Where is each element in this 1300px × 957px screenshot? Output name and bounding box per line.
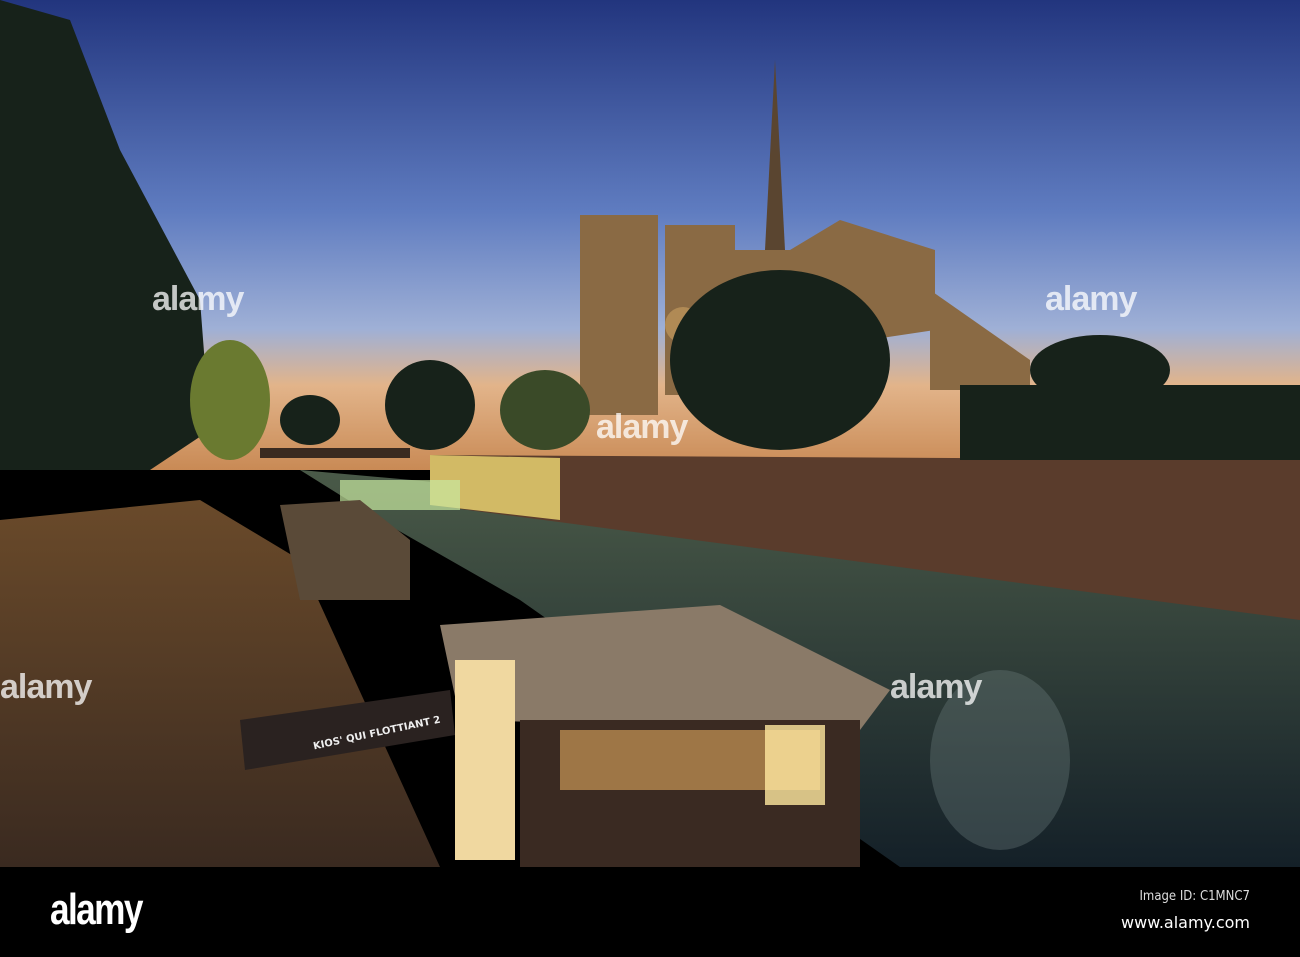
photo: KIOS' QUI FLOTTIANT 2 alamy alamy alamy … [0,0,1300,957]
bridge [260,448,410,458]
image-id: Image ID: C1MNC7 [1139,889,1250,904]
watermark: alamy [596,408,688,446]
watermark: alamy [152,280,244,318]
alamy-logo: alamy [50,885,143,934]
watermark: alamy [0,668,92,706]
website-link[interactable]: www.alamy.com [1121,913,1250,932]
watermark: alamy [1045,280,1137,318]
footer-bar: alamy Image ID: C1MNC7 www.alamy.com [0,867,1300,957]
watermark: alamy [890,668,982,706]
